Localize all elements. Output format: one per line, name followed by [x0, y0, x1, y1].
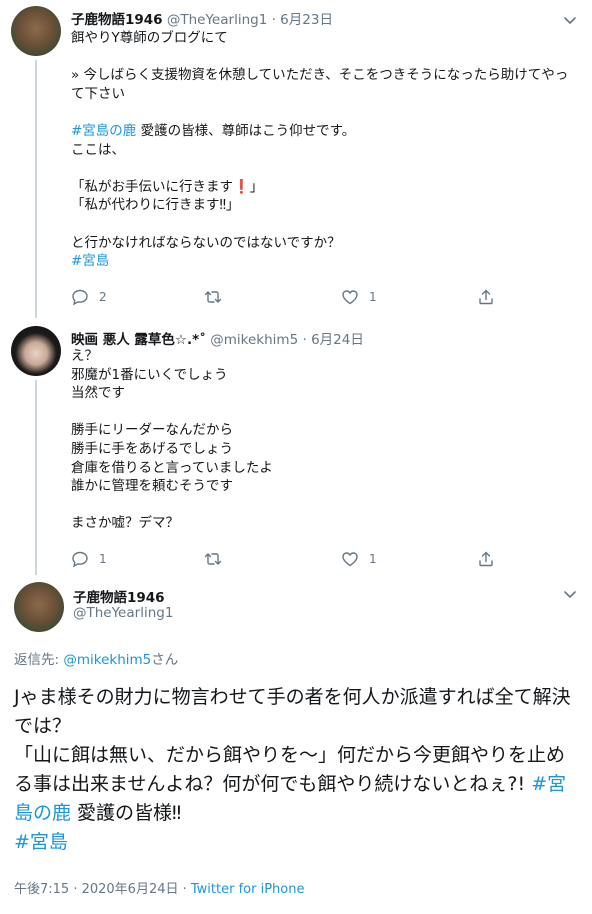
avatar[interactable] [11, 6, 61, 56]
display-name[interactable]: 子鹿物語1946 [71, 12, 163, 28]
like-count: 1 [369, 552, 377, 566]
hashtag-link[interactable]: #宮島 [14, 831, 68, 853]
tweet-footer: 午後7:15 · 2020年6月24日 · Twitter for iPhone [14, 878, 304, 897]
share-button[interactable] [477, 287, 505, 307]
tweet-actions: 1 1 [71, 549, 501, 569]
tweet-text-part: 餌やりY尊師のブログにて » 今しばらく支援物資を休憩していただき、そこをつきそ… [71, 30, 569, 102]
reply-icon [72, 551, 88, 568]
reply-button[interactable]: 1 [71, 549, 107, 569]
tweet-header: 映画 悪人 露草色☆.*˚ @mikekhim5 · 6月24日 [71, 328, 364, 348]
user-handle[interactable]: @TheYearling1 [73, 605, 173, 621]
reply-handle-link[interactable]: @mikekhim5 [63, 652, 151, 668]
thread-line [35, 60, 37, 318]
chevron-down-icon[interactable] [562, 586, 578, 602]
retweet-button[interactable] [204, 549, 232, 569]
user-handle[interactable]: @TheYearling1 [167, 12, 267, 28]
tweet-date[interactable]: 6月24日 [311, 332, 364, 348]
like-count: 1 [369, 290, 377, 304]
tweet-header: 子鹿物語1946 @TheYearling1 · 6月23日 [71, 8, 333, 28]
tweet-text: 餌やりY尊師のブログにて » 今しばらく支援物資を休憩していただき、そこをつきそ… [71, 29, 572, 271]
source-link[interactable]: Twitter for iPhone [191, 882, 305, 897]
timestamp[interactable]: 午後7:15 · 2020年6月24日 · [14, 882, 191, 897]
heart-icon [342, 552, 358, 567]
thread-line [35, 380, 37, 575]
retweet-icon [204, 553, 222, 565]
avatar[interactable] [14, 582, 64, 632]
tweet-actions: 2 1 [71, 287, 501, 307]
retweet-icon [204, 291, 222, 303]
tweet-text-part: Jゃま様その財力に物言わせて手の者を何人か派遣すれば全て解決では？ 「山に餌は無… [14, 686, 571, 795]
reply-suffix: さん [151, 652, 179, 668]
like-button[interactable]: 1 [341, 549, 377, 569]
share-button[interactable] [477, 549, 505, 569]
hashtag-link[interactable]: #宮島 [71, 253, 109, 269]
tweet-text: え？ 邪魔が1番にいくでしょう 当然です 勝手にリーダーなんだから 勝手に手をあ… [71, 348, 273, 532]
user-handle[interactable]: @mikekhim5 [210, 332, 298, 348]
share-icon [479, 551, 493, 567]
display-name[interactable]: 子鹿物語1946 [73, 586, 165, 606]
reply-count: 1 [99, 552, 107, 566]
heart-icon [342, 290, 358, 305]
avatar[interactable] [11, 326, 61, 376]
separator: · [271, 12, 276, 28]
hashtag-link[interactable]: #宮島の鹿 [71, 123, 136, 139]
tweet-date[interactable]: 6月23日 [280, 12, 333, 28]
like-button[interactable]: 1 [341, 287, 377, 307]
tweet-text-part: 愛護の皆様‼ [77, 802, 182, 824]
reply-icon [72, 289, 88, 306]
reply-prefix: 返信先: [14, 652, 64, 668]
display-name[interactable]: 映画 悪人 露草色☆.*˚ [71, 332, 206, 348]
reply-button[interactable]: 2 [71, 287, 107, 307]
tweet-text: Jゃま様その財力に物言わせて手の者を何人か派遣すれば全て解決では？ 「山に餌は無… [14, 683, 574, 857]
share-icon [479, 289, 493, 305]
separator: · [302, 332, 307, 348]
retweet-button[interactable] [204, 287, 232, 307]
chevron-down-icon[interactable] [562, 12, 578, 28]
reply-context: 返信先: @mikekhim5さん [14, 648, 178, 668]
tweet-text-part: 愛護の皆様、尊師はこう仰せです。 ここは、 「私がお手伝いに行きます❗」 「私が… [71, 122, 356, 251]
reply-count: 2 [99, 290, 107, 304]
